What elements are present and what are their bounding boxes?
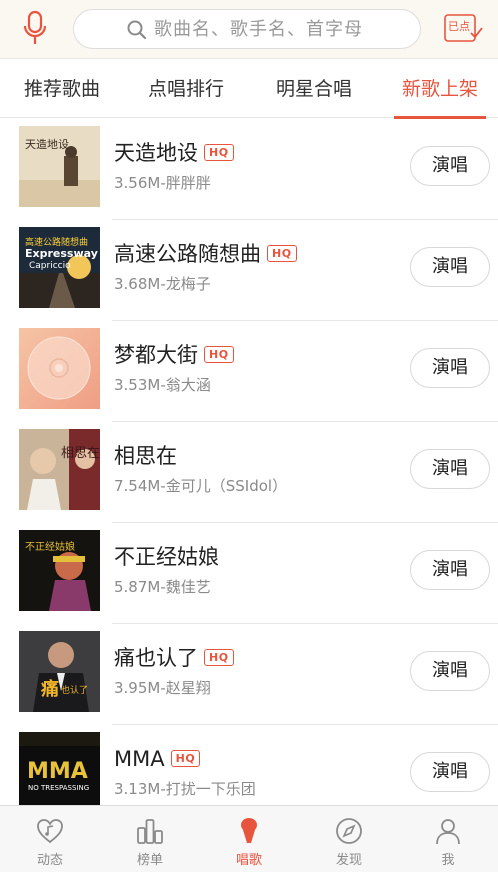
cover-title-text: 不正经姑娘 bbox=[25, 540, 75, 553]
cover-title-text: 相思在 bbox=[61, 446, 100, 461]
sing-button[interactable]: 演唱 bbox=[410, 550, 490, 590]
category-tabs: 推荐歌曲 点唱排行 明星合唱 新歌上架 bbox=[0, 58, 498, 119]
microphone-icon bbox=[241, 818, 257, 843]
nav-label: 唱歌 bbox=[235, 853, 262, 868]
hq-badge: HQ bbox=[204, 345, 234, 363]
song-meta: 3.53M-翁大涵 bbox=[114, 376, 211, 394]
song-meta: 3.56M-胖胖胖 bbox=[114, 174, 211, 192]
compass-icon bbox=[336, 818, 362, 844]
sing-button[interactable]: 演唱 bbox=[410, 651, 490, 691]
album-cover: MMA NO TRESPASSING bbox=[19, 732, 100, 805]
nav-label: 发现 bbox=[335, 853, 362, 868]
search-icon bbox=[126, 19, 148, 41]
song-title: 不正经姑娘 bbox=[114, 545, 219, 569]
nav-me[interactable]: 我 bbox=[398, 806, 498, 872]
nav-sing[interactable]: 唱歌 bbox=[199, 806, 299, 872]
song-row[interactable]: 梦都大街 HQ 3.53M-翁大涵 演唱 bbox=[0, 321, 498, 422]
song-row[interactable]: MMA NO TRESPASSING MMA HQ 3.13M-打扰一下乐团 演唱 bbox=[0, 725, 498, 805]
heart-note-icon bbox=[37, 819, 63, 844]
song-title: 相思在 bbox=[114, 444, 177, 468]
played-list-button[interactable]: 已点 bbox=[444, 13, 484, 45]
tab-star-duet[interactable]: 明星合唱 bbox=[252, 59, 376, 119]
search-placeholder: 歌曲名、歌手名、首字母 bbox=[154, 19, 363, 40]
tab-new-songs[interactable]: 新歌上架 bbox=[378, 59, 498, 119]
song-meta: 3.13M-打扰一下乐团 bbox=[114, 780, 256, 798]
song-row[interactable]: 天造地设 天造地设 HQ 3.56M-胖胖胖 演唱 bbox=[0, 119, 498, 220]
sing-button[interactable]: 演唱 bbox=[410, 752, 490, 792]
song-meta: 3.68M-龙梅子 bbox=[114, 275, 211, 293]
sing-button[interactable]: 演唱 bbox=[410, 449, 490, 489]
tab-ranking[interactable]: 点唱排行 bbox=[124, 59, 248, 119]
bottom-tab-bar: 动态 榜单 唱歌 发现 我 bbox=[0, 805, 498, 872]
song-row[interactable]: 高速公路随想曲 Expressway Capriccio 高速公路随想曲 HQ 3… bbox=[0, 220, 498, 321]
played-label: 已点 bbox=[448, 20, 470, 33]
cover-title-text: 天造地设 bbox=[25, 137, 69, 151]
song-row[interactable]: 不正经姑娘 不正经姑娘 5.87M-魏佳艺 演唱 bbox=[0, 523, 498, 624]
nav-activity[interactable]: 动态 bbox=[0, 806, 100, 872]
sing-button[interactable]: 演唱 bbox=[410, 348, 490, 388]
nav-label: 榜单 bbox=[136, 853, 163, 868]
album-cover: 不正经姑娘 bbox=[19, 530, 100, 611]
album-cover bbox=[19, 328, 100, 409]
album-cover: 高速公路随想曲 Expressway Capriccio bbox=[19, 227, 100, 308]
song-title: 天造地设 HQ bbox=[114, 139, 234, 167]
song-meta: 5.87M-魏佳艺 bbox=[114, 578, 211, 596]
microphone-icon[interactable] bbox=[20, 9, 50, 47]
song-title: 痛也认了 HQ bbox=[114, 644, 234, 672]
song-row[interactable]: 相思在 相思在 7.54M-金可儿（SSIdol） 演唱 bbox=[0, 422, 498, 523]
nav-label: 我 bbox=[441, 853, 455, 868]
song-title: 高速公路随想曲 HQ bbox=[114, 240, 297, 268]
person-icon bbox=[436, 819, 460, 845]
hq-badge: HQ bbox=[204, 648, 234, 666]
song-title: MMA HQ bbox=[114, 745, 201, 773]
hq-badge: HQ bbox=[204, 143, 234, 161]
song-list: 天造地设 天造地设 HQ 3.56M-胖胖胖 演唱 高速公路随想曲 Express… bbox=[0, 119, 498, 805]
nav-charts[interactable]: 榜单 bbox=[100, 806, 200, 872]
song-title: 梦都大街 HQ bbox=[114, 341, 234, 369]
cover-title-text: 痛 bbox=[41, 678, 59, 700]
cover-subtitle-text: NO TRESPASSING bbox=[28, 784, 89, 792]
cover-title-en: Expressway bbox=[25, 247, 98, 260]
cover-title-en-b: Capriccio bbox=[29, 261, 71, 271]
album-cover: 相思在 bbox=[19, 429, 100, 510]
sing-button[interactable]: 演唱 bbox=[410, 247, 490, 287]
album-cover: 天造地设 bbox=[19, 126, 100, 207]
sing-button[interactable]: 演唱 bbox=[410, 146, 490, 186]
song-meta: 7.54M-金可儿（SSIdol） bbox=[114, 477, 288, 495]
cover-title-text-b: 也认了 bbox=[61, 684, 88, 696]
nav-discover[interactable]: 发现 bbox=[299, 806, 399, 872]
hq-badge: HQ bbox=[267, 244, 297, 262]
song-row[interactable]: 痛 也认了 痛也认了 HQ 3.95M-赵星翔 演唱 bbox=[0, 624, 498, 725]
tab-recommended[interactable]: 推荐歌曲 bbox=[0, 59, 124, 119]
song-meta: 3.95M-赵星翔 bbox=[114, 679, 211, 697]
top-bar: 歌曲名、歌手名、首字母 已点 bbox=[0, 0, 498, 58]
album-cover: 痛 也认了 bbox=[19, 631, 100, 712]
chart-bars-icon bbox=[137, 819, 163, 844]
cover-title-text: MMA bbox=[27, 759, 88, 784]
nav-label: 动态 bbox=[36, 853, 63, 868]
hq-badge: HQ bbox=[170, 749, 201, 767]
search-input[interactable]: 歌曲名、歌手名、首字母 bbox=[73, 9, 421, 49]
